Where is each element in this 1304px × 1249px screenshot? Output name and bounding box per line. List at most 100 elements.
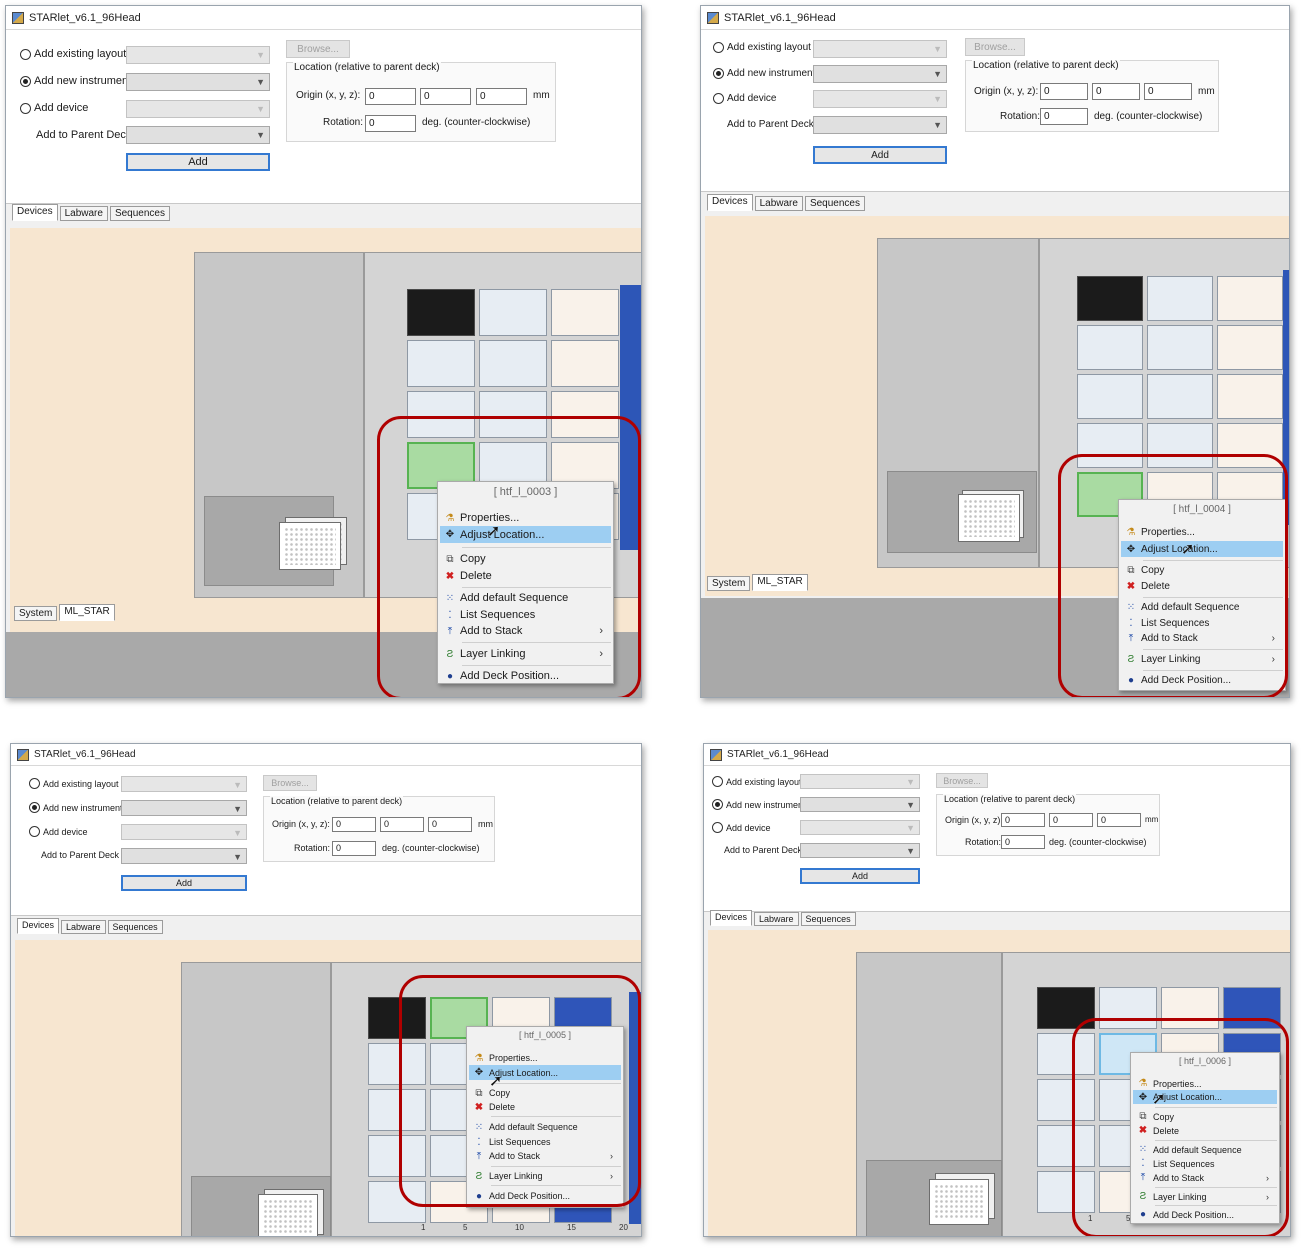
radio-button-icon[interactable]	[29, 826, 40, 837]
menu-item-properties[interactable]: ⚗ Properties...	[1133, 1077, 1277, 1090]
tab-labware[interactable]: Labware	[754, 196, 803, 211]
menu-item-add-default-sequence[interactable]: ⁙ Add default Sequence	[440, 590, 611, 606]
existing-layout-select[interactable]: ▼	[800, 774, 920, 789]
device-select[interactable]: ▼	[121, 824, 247, 840]
plate-dw-96[interactable]	[551, 391, 619, 438]
menu-item-copy[interactable]: ⧉ Copy	[1133, 1110, 1277, 1123]
tab-ml-star[interactable]: ML_STAR	[752, 574, 808, 591]
menu-item-list-sequences[interactable]: ⁚ List Sequences	[1133, 1157, 1277, 1170]
menu-item-add-deck-position[interactable]: ● Add Deck Position...	[469, 1189, 621, 1203]
menu-item-layer-linking[interactable]: Ƨ Layer Linking ›	[1133, 1190, 1277, 1203]
rotation-field[interactable]: 0	[332, 841, 376, 856]
parent-deck-select[interactable]: ▼	[800, 843, 920, 858]
origin-z-field[interactable]: 0	[1097, 813, 1141, 827]
radio-add-device[interactable]: Add device	[29, 826, 88, 837]
plate-high[interactable]	[368, 1089, 426, 1131]
menu-item-delete[interactable]: ✖ Delete	[1121, 579, 1283, 594]
radio-button-icon[interactable]	[713, 93, 724, 104]
origin-z-field[interactable]: 0	[1144, 83, 1192, 100]
parent-deck-select[interactable]: ▼	[813, 116, 947, 134]
menu-item-list-sequences[interactable]: ⁚ List Sequences	[440, 607, 611, 623]
radio-button-icon[interactable]	[712, 822, 723, 833]
browse-button[interactable]: Browse...	[286, 40, 350, 58]
origin-y-field[interactable]: 0	[380, 817, 424, 832]
radio-button-icon[interactable]	[20, 102, 31, 114]
plate-dw-96[interactable]	[551, 340, 619, 387]
browse-button[interactable]: Browse...	[965, 38, 1025, 56]
radio-button-icon[interactable]	[29, 802, 40, 813]
menu-item-add-deck-position[interactable]: ● Add Deck Position...	[1121, 673, 1283, 688]
origin-x-field[interactable]: 0	[365, 88, 416, 105]
plate-high[interactable]	[1037, 1125, 1095, 1167]
menu-item-properties[interactable]: ⚗ Properties...	[440, 510, 611, 526]
plate-high[interactable]	[1077, 423, 1143, 468]
menu-item-add-to-stack[interactable]: ⤒ Add to Stack ›	[469, 1149, 621, 1163]
menu-item-adjust-location[interactable]: ✥ Adjust Location...	[1121, 541, 1283, 557]
tab-sequences[interactable]: Sequences	[804, 196, 865, 211]
tab-sequences[interactable]: Sequences	[800, 912, 856, 926]
radio-button-icon[interactable]	[29, 778, 40, 789]
menu-item-layer-linking[interactable]: Ƨ Layer Linking ›	[1121, 652, 1283, 667]
plate-high[interactable]	[368, 1043, 426, 1085]
tab-sequences[interactable]: Sequences	[109, 206, 170, 221]
plate-high[interactable]	[407, 391, 475, 438]
menu-item-properties[interactable]: ⚗ Properties...	[469, 1051, 621, 1065]
plate-high[interactable]	[479, 340, 547, 387]
radio-button-icon[interactable]	[20, 48, 31, 60]
plate-standard[interactable]	[479, 391, 547, 438]
existing-layout-select[interactable]: ▼	[121, 776, 247, 792]
tab-sequences[interactable]: Sequences	[107, 920, 163, 934]
origin-y-field[interactable]: 0	[1049, 813, 1093, 827]
plate-96-standard[interactable]	[368, 997, 426, 1039]
instrument-select[interactable]: ▼	[800, 797, 920, 812]
radio-button-icon[interactable]	[713, 68, 724, 79]
radio-add-device[interactable]: Add device	[713, 93, 776, 104]
plate-high[interactable]	[479, 289, 547, 336]
plate-high[interactable]	[407, 340, 475, 387]
device-select[interactable]: ▼	[800, 820, 920, 835]
rotation-field[interactable]: 0	[1001, 835, 1045, 849]
origin-y-field[interactable]: 0	[420, 88, 471, 105]
menu-item-layer-linking[interactable]: Ƨ Layer Linking ›	[469, 1169, 621, 1183]
plate-96-standard[interactable]	[1077, 276, 1143, 321]
rotation-field[interactable]: 0	[1040, 108, 1088, 125]
radio-add-new-instrument[interactable]: Add new instrument	[713, 68, 815, 79]
device-select[interactable]: ▼	[126, 100, 270, 118]
radio-add-new-instrument[interactable]: Add new instrument	[712, 799, 806, 810]
tab-labware[interactable]: Labware	[59, 206, 108, 221]
instrument-select[interactable]: ▼	[813, 65, 947, 83]
plate-high[interactable]	[1037, 1171, 1095, 1213]
tab-labware[interactable]: Labware	[61, 920, 106, 934]
plate-high[interactable]	[1037, 1033, 1095, 1075]
plate-high[interactable]	[368, 1135, 426, 1177]
plate-standard[interactable]	[1147, 423, 1213, 468]
origin-x-field[interactable]: 0	[332, 817, 376, 832]
radio-add-new-instrument[interactable]: Add new instrument	[29, 802, 123, 813]
menu-item-add-deck-position[interactable]: ● Add Deck Position...	[1133, 1208, 1277, 1221]
browse-button[interactable]: Browse...	[936, 773, 988, 788]
plate-dw-96[interactable]	[1217, 276, 1283, 321]
radio-add-device[interactable]: Add device	[20, 102, 88, 114]
add-button[interactable]: Add	[800, 868, 920, 884]
tab-system[interactable]: System	[14, 606, 58, 621]
plate-high[interactable]	[1077, 374, 1143, 419]
radio-add-device[interactable]: Add device	[712, 822, 771, 833]
parent-deck-select[interactable]: ▼	[121, 848, 247, 864]
plate-dw-blue[interactable]	[1223, 987, 1281, 1029]
menu-item-layer-linking[interactable]: Ƨ Layer Linking ›	[440, 646, 611, 662]
menu-item-add-default-sequence[interactable]: ⁙ Add default Sequence	[469, 1120, 621, 1134]
add-button[interactable]: Add	[813, 146, 947, 164]
tab-devices[interactable]: Devices	[12, 204, 58, 221]
plate-dw[interactable]	[1217, 423, 1283, 468]
parent-deck-select[interactable]: ▼	[126, 126, 270, 144]
plate-dw-96[interactable]	[551, 289, 619, 336]
menu-item-add-default-sequence[interactable]: ⁙ Add default Sequence	[1133, 1143, 1277, 1156]
menu-item-properties[interactable]: ⚗ Properties...	[1121, 525, 1283, 540]
tab-ml-star[interactable]: ML_STAR	[59, 604, 115, 621]
origin-y-field[interactable]: 0	[1092, 83, 1140, 100]
menu-item-adjust-location[interactable]: ✥ Adjust Location...	[440, 526, 611, 543]
tab-system[interactable]: System	[707, 576, 751, 591]
radio-button-icon[interactable]	[712, 776, 723, 787]
instrument-select[interactable]: ▼	[126, 73, 270, 91]
radio-button-icon[interactable]	[20, 75, 31, 87]
